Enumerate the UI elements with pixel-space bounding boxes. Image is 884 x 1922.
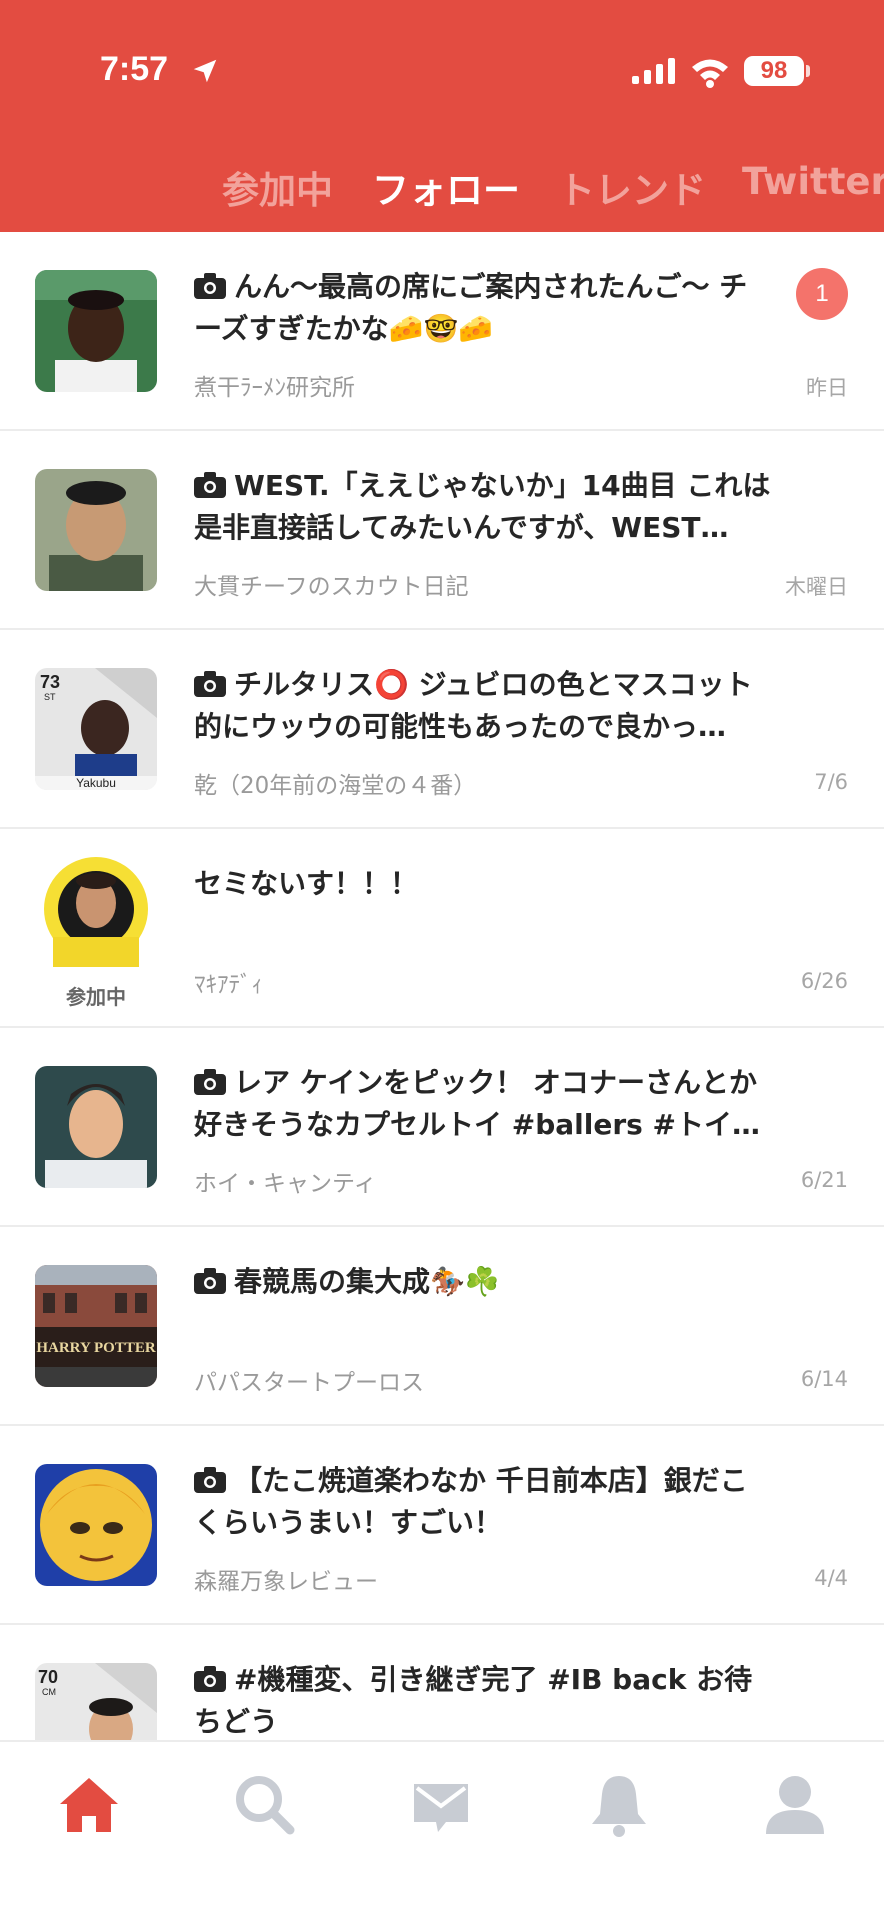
camera-icon (194, 1666, 226, 1692)
post-title: レア ケインをピック！ オコナーさんとか好きそうなカプセルトイ #ballers… (194, 1062, 774, 1146)
avatar-sign-text: HARRY POTTER (36, 1340, 156, 1356)
post-title-text: 春競馬の集大成🏇☘️ (234, 1265, 500, 1298)
card-rating: 73 (40, 672, 60, 692)
camera-icon (194, 472, 226, 498)
post-date: 4/4 (814, 1566, 848, 1590)
post-title: 春競馬の集大成🏇☘️ (194, 1261, 774, 1303)
card-player-name: Yakubu (76, 776, 116, 790)
unread-badge: 1 (796, 268, 848, 320)
post-date: 7/6 (814, 770, 848, 794)
tab-twitter[interactable]: Twitter (742, 160, 884, 203)
battery-cap (806, 65, 810, 77)
cellular-signal-icon (632, 58, 675, 84)
feed-item[interactable]: 参加中 セミないす！！！ ﾏｷｱﾃﾞｨ 6/26 (0, 829, 884, 1028)
community-name: 煮干ﾗｰﾒﾝ研究所 (194, 375, 355, 401)
avatar[interactable] (35, 270, 157, 392)
card-position: CM (42, 1687, 56, 1697)
avatar[interactable] (35, 469, 157, 591)
status-time: 7:57 (100, 50, 169, 88)
community-name: パパスタートプーロス (194, 1370, 424, 1396)
nav-home[interactable] (54, 1770, 124, 1840)
post-title-text: チルタリス⭕️ ジュビロの色とマスコット的にウッウの可能性もあったので良かっ… (194, 668, 753, 743)
camera-icon (194, 1467, 226, 1493)
feed-item[interactable]: HARRY POTTER 春競馬の集大成🏇☘️ パパスタートプーロス 6/14 (0, 1227, 884, 1426)
home-icon (60, 1778, 118, 1832)
nav-notifications[interactable] (584, 1770, 654, 1840)
mail-icon (414, 1784, 468, 1832)
community-name: 乾（20年前の海堂の４番） (194, 773, 477, 799)
post-title: WEST.「ええじゃないか」14曲目 これは是非直接話してみたいんですが、WES… (194, 465, 774, 549)
card-rating: 70 (38, 1667, 58, 1687)
avatar[interactable]: 73 ST Yakubu (35, 668, 157, 790)
avatar[interactable]: HARRY POTTER (35, 1265, 157, 1387)
post-title: #機種変、引き継ぎ完了 #IB back お待ちどう (194, 1659, 774, 1743)
post-title: 【たこ焼道楽わなか 千日前本店】銀だこくらいうまい！すごい！ (194, 1460, 774, 1544)
feed-item[interactable]: んん〜最高の席にご案内されたんご〜 チーズすぎたかな🧀🤓🧀 煮干ﾗｰﾒﾝ研究所 … (0, 232, 884, 431)
feed-item[interactable]: レア ケインをピック！ オコナーさんとか好きそうなカプセルトイ #ballers… (0, 1028, 884, 1227)
wifi-icon (692, 59, 728, 88)
app-header: 7:57 98 参加中 フォロー トレンド Twitter (0, 0, 884, 232)
camera-icon (194, 1268, 226, 1294)
tab-participating[interactable]: 参加中 (222, 160, 333, 214)
profile-icon (766, 1776, 824, 1834)
post-date: 昨日 (806, 376, 848, 400)
feed-item[interactable]: WEST.「ええじゃないか」14曲目 これは是非直接話してみたいんですが、WES… (0, 431, 884, 630)
tab-trend[interactable]: トレンド (558, 160, 706, 214)
community-name: ﾏｷｱﾃﾞｨ (194, 972, 263, 998)
post-title-text: セミないす！！！ (194, 867, 419, 900)
post-title: チルタリス⭕️ ジュビロの色とマスコット的にウッウの可能性もあったので良かっ… (194, 664, 774, 748)
tab-following[interactable]: フォロー (372, 160, 520, 214)
post-date: 6/26 (800, 969, 848, 993)
battery-indicator: 98 (744, 56, 804, 86)
post-title: セミないす！！！ (194, 863, 774, 905)
post-title-text: んん〜最高の席にご案内されたんご〜 チーズすぎたかな🧀🤓🧀 (194, 270, 748, 345)
post-title-text: WEST.「ええじゃないか」14曲目 これは是非直接話してみたいんですが、WES… (194, 469, 771, 544)
participating-label: 参加中 (66, 985, 126, 1009)
bottom-tab-bar (0, 1740, 884, 1922)
card-position: ST (44, 692, 56, 702)
avatar[interactable] (35, 1066, 157, 1188)
camera-icon (194, 671, 226, 697)
post-title-text: レア ケインをピック！ オコナーさんとか好きそうなカプセルトイ #ballers… (194, 1066, 761, 1141)
post-title-text: 【たこ焼道楽わなか 千日前本店】銀だこくらいうまい！すごい！ (194, 1464, 748, 1539)
nav-search[interactable] (230, 1770, 300, 1840)
bell-icon (592, 1776, 646, 1837)
feed-item[interactable]: 【たこ焼道楽わなか 千日前本店】銀だこくらいうまい！すごい！ 森羅万象レビュー … (0, 1426, 884, 1625)
community-name: 大貫チーフのスカウト日記 (194, 574, 469, 600)
nav-messages[interactable] (406, 1770, 476, 1840)
avatar[interactable] (35, 1464, 157, 1586)
post-date: 木曜日 (785, 575, 848, 599)
community-name: ホイ・キャンティ (194, 1171, 377, 1197)
avatar[interactable] (35, 849, 157, 967)
nav-profile[interactable] (760, 1770, 830, 1840)
post-date: 6/21 (800, 1168, 848, 1192)
post-title-text: #機種変、引き継ぎ完了 #IB back お待ちどう (194, 1663, 753, 1738)
post-title: んん〜最高の席にご案内されたんご〜 チーズすぎたかな🧀🤓🧀 (194, 266, 774, 350)
location-arrow-icon (193, 59, 217, 83)
feed-item[interactable]: 73 ST Yakubu チルタリス⭕️ ジュビロの色とマスコット的にウッウの可… (0, 630, 884, 829)
search-icon (236, 1776, 295, 1835)
post-date: 6/14 (800, 1367, 848, 1391)
camera-icon (194, 1069, 226, 1095)
camera-icon (194, 273, 226, 299)
community-name: 森羅万象レビュー (194, 1569, 378, 1595)
